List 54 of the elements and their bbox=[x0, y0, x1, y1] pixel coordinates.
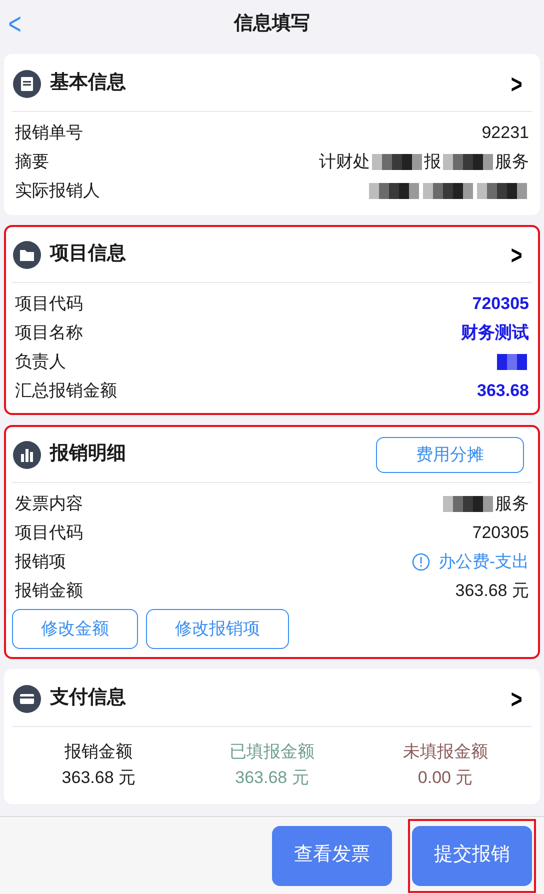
amount-value: 363.68 元 bbox=[62, 766, 136, 788]
redacted-text bbox=[369, 182, 419, 198]
amount-value: 0.00 元 bbox=[418, 766, 473, 788]
field-value: 财务测试 bbox=[461, 322, 529, 344]
field-label: 实际报销人 bbox=[15, 180, 100, 202]
redacted-text bbox=[423, 182, 473, 198]
field-value: 报 bbox=[424, 150, 441, 173]
field-value: 720305 bbox=[472, 522, 529, 544]
field-value: 服务 bbox=[495, 492, 529, 515]
section-title: 项目信息 bbox=[50, 242, 126, 266]
credit-card-icon bbox=[12, 684, 42, 714]
field-label: 报销单号 bbox=[15, 122, 83, 144]
chevron-icon[interactable]: > bbox=[510, 242, 522, 268]
edit-button[interactable]: 修改金额 bbox=[12, 609, 138, 649]
field-label: 项目名称 bbox=[15, 322, 83, 344]
redacted-text bbox=[497, 354, 527, 370]
field-value: 92231 bbox=[482, 122, 529, 144]
section-title: 基本信息 bbox=[50, 71, 126, 96]
folder-icon bbox=[12, 240, 42, 270]
field-label: 项目代码 bbox=[15, 522, 83, 544]
field-label: 报销金额 bbox=[15, 580, 83, 602]
amount-label: 未填报金额 bbox=[402, 741, 488, 763]
footer-button[interactable]: 提交报销 bbox=[412, 826, 532, 886]
field-value: 720305 bbox=[472, 292, 529, 315]
cost-allocation-button[interactable]: 费用分摊 bbox=[376, 436, 524, 472]
field-label: 摘要 bbox=[15, 150, 49, 173]
redacted-text bbox=[443, 154, 493, 170]
footer-button[interactable]: 查看发票 bbox=[272, 826, 392, 886]
field-value: 计财处 bbox=[319, 150, 370, 173]
redacted-text bbox=[372, 154, 422, 170]
field-value: 363.68 元 bbox=[455, 580, 529, 602]
amount-value: 363.68 元 bbox=[235, 766, 309, 788]
chevron-icon[interactable]: > bbox=[510, 686, 522, 712]
field-label: 报销项 bbox=[15, 550, 66, 573]
field-value: 363.68 bbox=[477, 380, 529, 402]
section-title: 报销明细 bbox=[50, 442, 126, 466]
chevron-icon[interactable]: > bbox=[510, 70, 522, 96]
page-title: 信息填写 bbox=[234, 12, 310, 36]
field-label: 发票内容 bbox=[15, 492, 83, 515]
alert-icon bbox=[412, 552, 430, 570]
section-title: 支付信息 bbox=[50, 686, 126, 710]
edit-button[interactable]: 修改报销项 bbox=[146, 609, 289, 649]
amount-label: 已填报金额 bbox=[229, 741, 314, 763]
document-icon bbox=[12, 68, 42, 98]
amount-label: 报销金额 bbox=[64, 741, 133, 763]
field-label: 汇总报销金额 bbox=[15, 380, 117, 402]
redacted-text bbox=[477, 182, 527, 198]
field-label: 负责人 bbox=[15, 350, 66, 373]
redacted-text bbox=[443, 496, 493, 512]
expense-item-link[interactable]: 办公费-支出 bbox=[438, 548, 529, 574]
field-label: 项目代码 bbox=[15, 292, 83, 315]
field-value: 服务 bbox=[495, 150, 529, 173]
bar-chart-icon bbox=[12, 440, 42, 470]
back-button[interactable]: < bbox=[8, 2, 22, 47]
